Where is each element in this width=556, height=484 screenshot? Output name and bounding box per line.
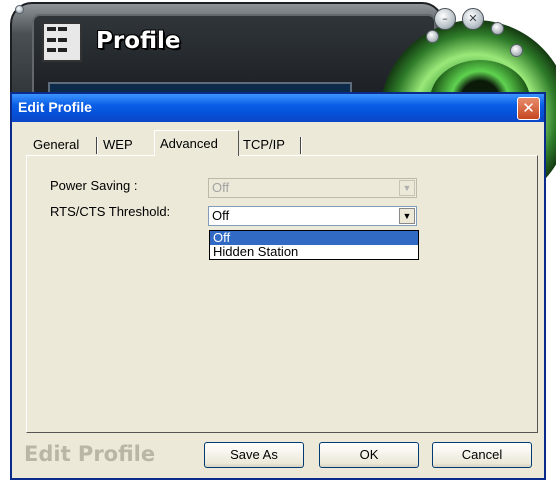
rts-cts-threshold-value: Off (212, 208, 230, 223)
corner-dot-icon (15, 5, 24, 14)
tab-wep[interactable]: WEP (98, 134, 138, 156)
profile-list-icon (42, 22, 82, 62)
edit-profile-dialog: Edit Profile ✕ General WEP Advanced TCP/… (10, 92, 546, 480)
option-off[interactable]: Off (210, 231, 418, 245)
option-hidden-station[interactable]: Hidden Station (210, 245, 418, 259)
rts-cts-options-list: Off Hidden Station (209, 230, 419, 260)
rts-cts-threshold-label: RTS/CTS Threshold: (50, 204, 171, 219)
rts-cts-threshold-select[interactable]: Off ▼ (208, 206, 417, 226)
small-dot-icon (426, 30, 439, 43)
dialog-title: Edit Profile (18, 99, 92, 115)
power-saving-value: Off (212, 180, 230, 195)
background-app-title: Profile (96, 28, 181, 54)
tab-separator (300, 137, 302, 154)
dialog-titlebar[interactable]: Edit Profile ✕ (12, 94, 544, 122)
footer-logo-text: Edit Profile (24, 442, 156, 466)
close-icon: ✕ (522, 99, 535, 117)
background-app-window: Profile – ✕ (0, 0, 556, 210)
dialog-close-button[interactable]: ✕ (517, 97, 540, 120)
small-dot-icon (491, 22, 504, 35)
cancel-button[interactable]: Cancel (432, 442, 532, 468)
ok-button[interactable]: OK (319, 442, 419, 468)
power-saving-label: Power Saving : (50, 178, 138, 193)
power-saving-select: Off ▼ (208, 178, 417, 198)
tab-general[interactable]: General (28, 134, 84, 156)
chevron-down-icon: ▼ (399, 180, 415, 196)
tab-tcpip[interactable]: TCP/IP (238, 134, 290, 156)
small-dot-icon (510, 44, 523, 57)
tab-advanced[interactable]: Advanced (154, 130, 239, 156)
minimize-icon[interactable]: – (434, 8, 456, 30)
chevron-down-icon[interactable]: ▼ (399, 208, 415, 224)
save-as-button[interactable]: Save As (204, 442, 304, 468)
close-icon[interactable]: ✕ (462, 8, 484, 30)
